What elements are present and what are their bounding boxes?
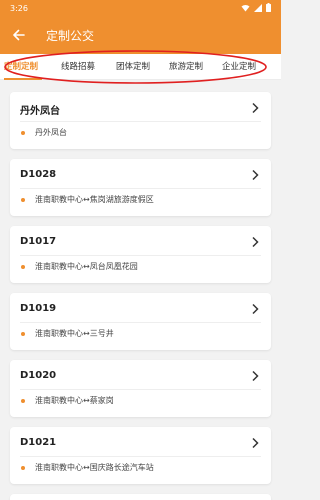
card-divider (20, 389, 261, 390)
tab-group-custom[interactable]: 团体定制 (116, 54, 150, 80)
tab-custom[interactable]: 定制定制 (4, 54, 38, 80)
chevron-right-icon (252, 437, 259, 449)
route-list: 丹外凤台 丹外凤台 D1028 淮南职教中心↔焦岗湖旅游度假区 D1017 淮南… (0, 80, 281, 500)
stop-dot-icon (21, 332, 25, 336)
arrow-left-icon (13, 29, 25, 41)
tab-route-recruit[interactable]: 线路招募 (61, 54, 95, 80)
route-stops: 淮南职教中心↔凤台凤凰花园 (35, 262, 138, 271)
route-card[interactable]: D1021 淮南职教中心↔国庆路长途汽车站 (10, 427, 271, 484)
route-card[interactable]: D1019 淮南职教中心↔三号井 (10, 293, 271, 350)
card-divider (20, 121, 261, 122)
route-stops: 淮南职教中心↔蔡家岗 (35, 396, 114, 405)
route-name: D1028 (20, 169, 57, 180)
stop-dot-icon (21, 198, 25, 202)
battery-icon (266, 3, 271, 12)
card-divider (20, 188, 261, 189)
chevron-right-icon (252, 303, 259, 315)
back-button[interactable] (8, 24, 30, 46)
stop-dot-icon (21, 399, 25, 403)
route-stops: 丹外凤台 (35, 128, 67, 137)
route-card[interactable]: D1020 淮南职教中心↔蔡家岗 (10, 360, 271, 417)
route-card-partial[interactable] (10, 494, 271, 500)
route-card[interactable]: D1028 淮南职教中心↔焦岗湖旅游度假区 (10, 159, 271, 216)
route-card[interactable]: 丹外凤台 丹外凤台 (10, 92, 271, 149)
tab-travel-custom[interactable]: 旅游定制 (169, 54, 203, 80)
signal-icon (254, 3, 262, 12)
chevron-right-icon (252, 169, 259, 181)
tab-enterprise-custom[interactable]: 企业定制 (222, 54, 256, 80)
route-name: D1020 (20, 370, 57, 381)
status-icons (241, 3, 271, 12)
route-stops: 淮南职教中心↔三号井 (35, 329, 114, 338)
route-name: D1019 (20, 303, 57, 314)
category-tabs: 定制定制 线路招募 团体定制 旅游定制 企业定制 (0, 54, 281, 80)
card-divider (20, 322, 261, 323)
route-name: 丹外凤台 (20, 106, 60, 117)
route-card[interactable]: D1017 淮南职教中心↔凤台凤凰花园 (10, 226, 271, 283)
title-bar: 定制公交 (0, 18, 281, 54)
route-name: D1017 (20, 236, 57, 247)
route-stops: 淮南职教中心↔国庆路长途汽车站 (35, 463, 154, 472)
chevron-right-icon (252, 102, 259, 114)
chevron-right-icon (252, 236, 259, 248)
wifi-icon (241, 4, 250, 11)
card-divider (20, 456, 261, 457)
stop-dot-icon (21, 466, 25, 470)
stop-dot-icon (21, 265, 25, 269)
card-divider (20, 255, 261, 256)
app-header: 3:26 定制公交 (0, 0, 281, 54)
route-stops: 淮南职教中心↔焦岗湖旅游度假区 (35, 195, 154, 204)
stop-dot-icon (21, 131, 25, 135)
status-bar: 3:26 (0, 0, 281, 18)
route-name: D1021 (20, 437, 57, 448)
chevron-right-icon (252, 370, 259, 382)
status-time: 3:26 (10, 4, 28, 13)
page-title: 定制公交 (46, 29, 95, 43)
